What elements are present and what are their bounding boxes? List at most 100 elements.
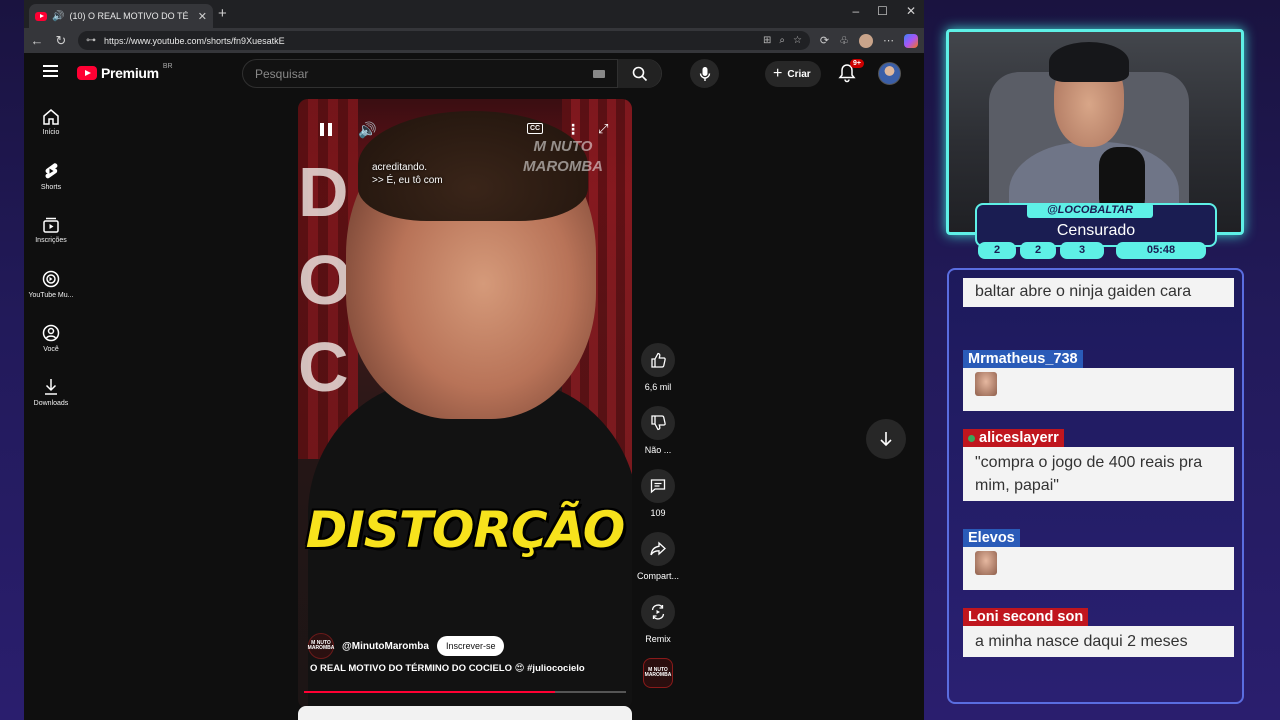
downloads-icon: [45, 378, 57, 395]
sidebar-item-subscriptions[interactable]: Inscrições: [24, 203, 78, 257]
channel-sound-thumbnail[interactable]: M NUTO MAROMBA: [643, 658, 673, 688]
youtube-page: Premium BR Pesquisar + Criar 9+ Início S…: [24, 53, 924, 720]
logo-text: Premium: [101, 65, 159, 81]
channel-name[interactable]: @MinutoMaromba: [342, 641, 429, 652]
dislike-button[interactable]: [641, 406, 675, 440]
voice-search-button[interactable]: [690, 59, 719, 88]
sidebar-item-you[interactable]: Você: [24, 311, 78, 365]
bookmark-star-icon[interactable]: ☆: [793, 35, 802, 46]
hamburger-menu-icon[interactable]: [43, 65, 58, 80]
reload-icon[interactable]: ↻: [54, 33, 68, 49]
streamer-handle: @LOCOBALTAR: [1027, 203, 1153, 218]
channel-avatar[interactable]: M NUTO MAROMBA: [308, 633, 334, 659]
copilot-icon[interactable]: [904, 33, 918, 48]
chat-message: baltar abre o ninja gaiden cara: [963, 278, 1234, 308]
volume-icon[interactable]: 🔊: [358, 121, 377, 139]
notifications-button[interactable]: 9+: [838, 59, 864, 83]
next-video-button[interactable]: [866, 419, 906, 459]
menu-dots-icon[interactable]: ⋯: [883, 34, 894, 47]
shorts-actions: 6,6 mil Não ... 109 Compart... Remix M N…: [632, 343, 684, 688]
stat-1: 2: [978, 242, 1016, 259]
short-title[interactable]: O REAL MOTIVO DO TÉRMINO DO COCIELO 😍 #j…: [310, 663, 585, 674]
create-label: Criar: [787, 68, 811, 80]
share-icon: [650, 541, 666, 556]
create-button[interactable]: + Criar: [765, 61, 821, 87]
chat-emote: [975, 372, 997, 396]
like-action[interactable]: 6,6 mil: [632, 343, 684, 392]
video-progress-bar[interactable]: [304, 691, 626, 693]
captions-icon[interactable]: CC: [527, 123, 544, 134]
chat-username: Loni second son: [963, 608, 1089, 626]
share-button[interactable]: [641, 532, 675, 566]
sidebar-item-downloads[interactable]: Downloads: [24, 365, 78, 419]
fullscreen-icon[interactable]: ⤢: [598, 121, 608, 137]
dislike-action[interactable]: Não ...: [632, 406, 684, 455]
search-button[interactable]: [617, 59, 661, 88]
window-controls: – ☐ ✕: [852, 4, 916, 18]
sidebar-item-home[interactable]: Início: [24, 95, 78, 149]
search-input[interactable]: Pesquisar: [243, 67, 593, 81]
stat-2: 2: [1020, 242, 1056, 259]
sidebar-item-youtube-music[interactable]: YouTube Mu...: [24, 257, 78, 311]
browser-tab[interactable]: 🔊 (10) O REAL MOTIVO DO TÉ ✕: [29, 4, 213, 28]
subscriptions-icon: [43, 217, 59, 233]
watermark-line-1: M NUTO: [533, 138, 593, 155]
tab-title: (10) O REAL MOTIVO DO TÉ: [69, 11, 189, 21]
sidebar-item-shorts[interactable]: Shorts: [24, 149, 78, 203]
omnibox[interactable]: ⊶ https://www.youtube.com/shorts/fn9Xues…: [78, 31, 810, 50]
next-short-preview[interactable]: [298, 706, 632, 720]
puzzle-icon[interactable]: ♧: [839, 34, 849, 47]
apps-icon[interactable]: ⊞: [763, 35, 771, 46]
new-tab-button[interactable]: +: [218, 5, 227, 22]
chat-message: Elevos: [963, 529, 1234, 590]
chat-message: aliceslayerr "compra o jogo de 400 reais…: [963, 429, 1234, 502]
video-progress-fill: [304, 691, 556, 693]
you-icon: [42, 324, 60, 341]
channel-row: M NUTO MAROMBA @MinutoMaromba Inscrever-…: [308, 633, 505, 659]
more-options-icon[interactable]: ⋮: [566, 121, 580, 138]
chat-message-body: [963, 547, 1234, 590]
remix-button[interactable]: [641, 595, 675, 629]
youtube-favicon-icon: [35, 11, 47, 21]
shorts-player[interactable]: DOC 🔊 CC ⋮ ⤢ M NUTO MAROMBA acreditando.…: [298, 99, 632, 709]
webcam-person-hair: [1049, 42, 1129, 82]
speaker-icon[interactable]: 🔊: [52, 11, 64, 22]
back-icon[interactable]: ←: [30, 33, 44, 48]
url-text[interactable]: https://www.youtube.com/shorts/fn9Xuesat…: [104, 36, 755, 46]
tab-strip: 🔊 (10) O REAL MOTIVO DO TÉ ✕ + – ☐ ✕: [24, 0, 924, 28]
like-button[interactable]: [641, 343, 675, 377]
extensions-icon[interactable]: ⟳: [820, 34, 829, 47]
remix-action[interactable]: Remix: [632, 595, 684, 644]
share-action[interactable]: Compart...: [632, 532, 684, 581]
sidebar-item-label: Você: [43, 345, 59, 353]
arrow-down-icon: [880, 432, 892, 447]
shorts-icon: [45, 162, 58, 178]
maximize-button[interactable]: ☐: [877, 4, 888, 18]
account-avatar[interactable]: [878, 62, 901, 85]
keyboard-icon[interactable]: [593, 69, 605, 78]
close-window-button[interactable]: ✕: [906, 4, 916, 18]
profile-avatar[interactable]: [859, 33, 873, 48]
site-info-icon[interactable]: ⊶: [86, 35, 96, 46]
comment-count: 109: [650, 508, 666, 518]
chat-message: Loni second son a minha nasce daqui 2 me…: [963, 608, 1234, 658]
minimize-button[interactable]: –: [852, 4, 859, 18]
share-label: Compart...: [636, 571, 679, 581]
sidebar-item-label: Shorts: [40, 183, 62, 191]
logo-region: BR: [162, 62, 173, 70]
zoom-icon[interactable]: ⌕: [779, 35, 785, 46]
sidebar-item-label: Início: [42, 129, 60, 136]
close-tab-icon[interactable]: ✕: [198, 10, 207, 23]
browser-window: 🔊 (10) O REAL MOTIVO DO TÉ ✕ + – ☐ ✕ ← ↻…: [24, 0, 924, 720]
remix-label: Remix: [645, 634, 671, 644]
comments-button[interactable]: [641, 469, 675, 503]
pause-icon[interactable]: [320, 123, 332, 136]
comments-action[interactable]: 109: [632, 469, 684, 518]
video-subtitle: acreditando. >> É, eu tô com: [372, 161, 443, 187]
stream-status: Censurado: [1056, 222, 1136, 239]
youtube-play-icon: [77, 66, 97, 80]
plus-icon: +: [773, 65, 783, 82]
video-watermark: M NUTO MAROMBA: [523, 137, 603, 176]
subscribe-button[interactable]: Inscrever-se: [436, 636, 505, 656]
youtube-logo[interactable]: Premium BR: [77, 62, 173, 81]
